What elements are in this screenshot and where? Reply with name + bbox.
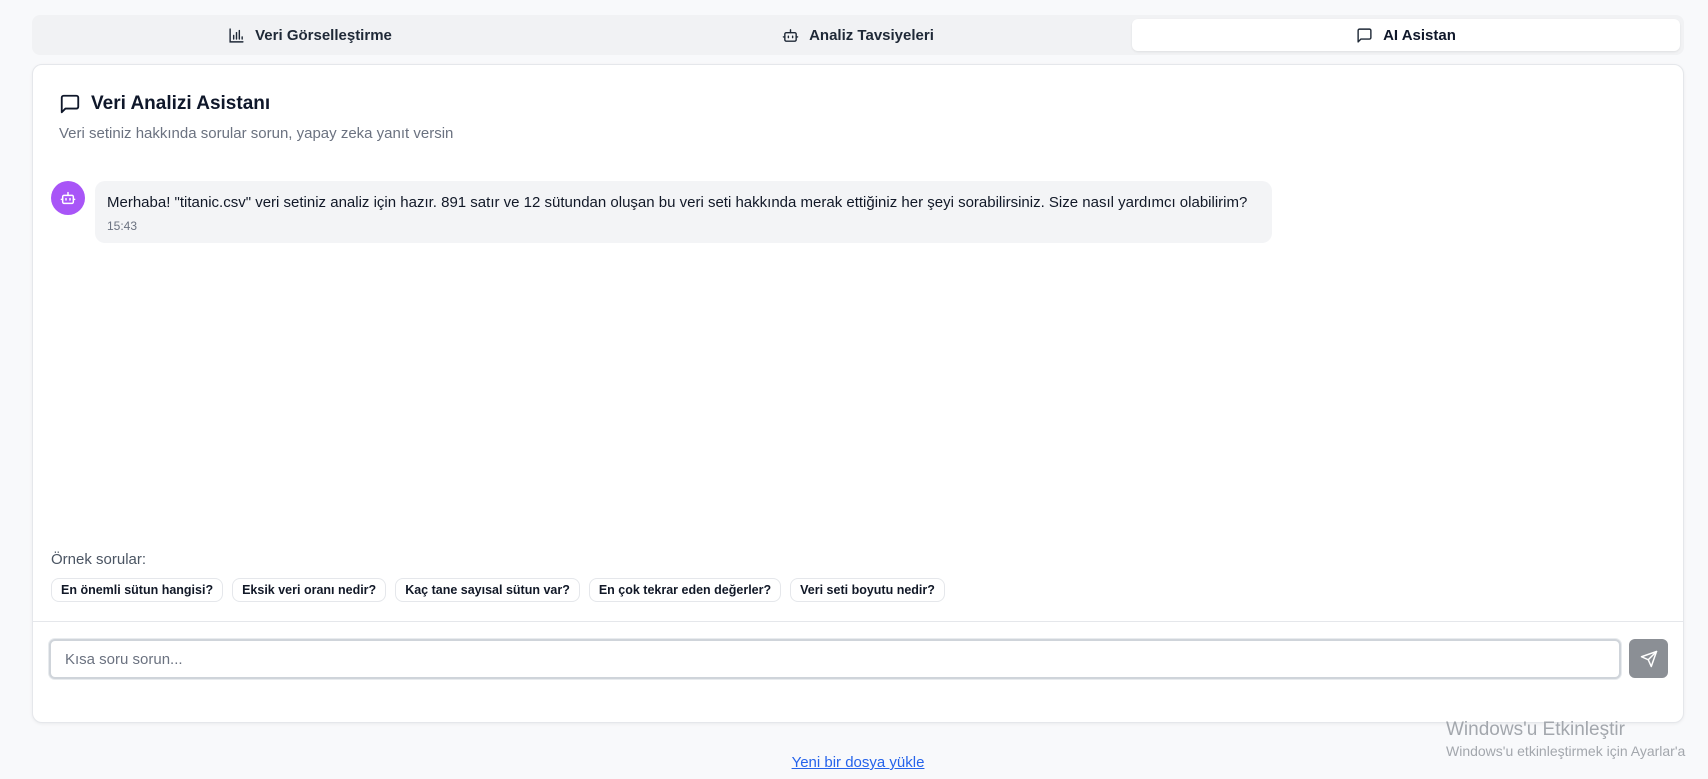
chat-message: Merhaba! "titanic.csv" veri setiniz anal… [51, 181, 1272, 243]
card-header: Veri Analizi Asistanı Veri setiniz hakkı… [59, 93, 453, 142]
divider [33, 621, 1683, 622]
watermark-subtitle: Windows'u etkinleştirmek için Ayarlar'a [1446, 743, 1686, 759]
tab-veri-gorsellestirme[interactable]: Veri Görselleştirme [36, 19, 584, 51]
example-question-chip[interactable]: Eksik veri oranı nedir? [232, 578, 387, 602]
tab-ai-asistan[interactable]: AI Asistan [1132, 19, 1680, 51]
message-square-icon [60, 94, 80, 114]
assistant-avatar [51, 181, 85, 215]
tab-label: Analiz Tavsiyeleri [809, 26, 934, 44]
message-square-icon [1357, 27, 1372, 43]
chat-input-row [49, 639, 1668, 679]
message-bubble: Merhaba! "titanic.csv" veri setiniz anal… [95, 181, 1272, 243]
example-question-chip[interactable]: Veri seti boyutu nedir? [790, 578, 945, 602]
windows-activation-watermark: Windows'u Etkinleştir Windows'u etkinleş… [1446, 719, 1685, 759]
example-question-chip[interactable]: En çok tekrar eden değerler? [588, 578, 782, 602]
message-time: 15:43 [107, 219, 138, 233]
example-question-chip[interactable]: Kaç tane sayısal sütun var? [395, 578, 580, 602]
card-title: Veri Analizi Asistanı [91, 93, 271, 114]
bot-icon [60, 191, 76, 205]
tab-label: AI Asistan [1383, 26, 1456, 44]
examples-label: Örnek sorular: [51, 551, 147, 568]
bot-icon [782, 28, 799, 42]
tab-analiz-tavsiyeleri[interactable]: Analiz Tavsiyeleri [584, 19, 1132, 51]
message-text: Merhaba! "titanic.csv" veri setiniz anal… [107, 194, 1248, 211]
card-subtitle: Veri setiniz hakkında sorular sorun, yap… [59, 125, 454, 142]
watermark-title: Windows'u Etkinleştir [1446, 719, 1625, 740]
example-question-chip[interactable]: En önemli sütun hangisi? [51, 578, 224, 602]
tab-bar: Veri Görselleştirme Analiz Tavsiyeleri A… [32, 15, 1684, 55]
bar-chart-icon [229, 27, 244, 43]
assistant-card: Veri Analizi Asistanı Veri setiniz hakkı… [32, 64, 1684, 723]
tab-label: Veri Görselleştirme [255, 26, 392, 44]
send-icon [1640, 650, 1657, 667]
example-questions: Örnek sorular: En önemli sütun hangisi? … [51, 551, 945, 602]
chat-input[interactable] [49, 639, 1621, 679]
send-button[interactable] [1629, 639, 1668, 678]
